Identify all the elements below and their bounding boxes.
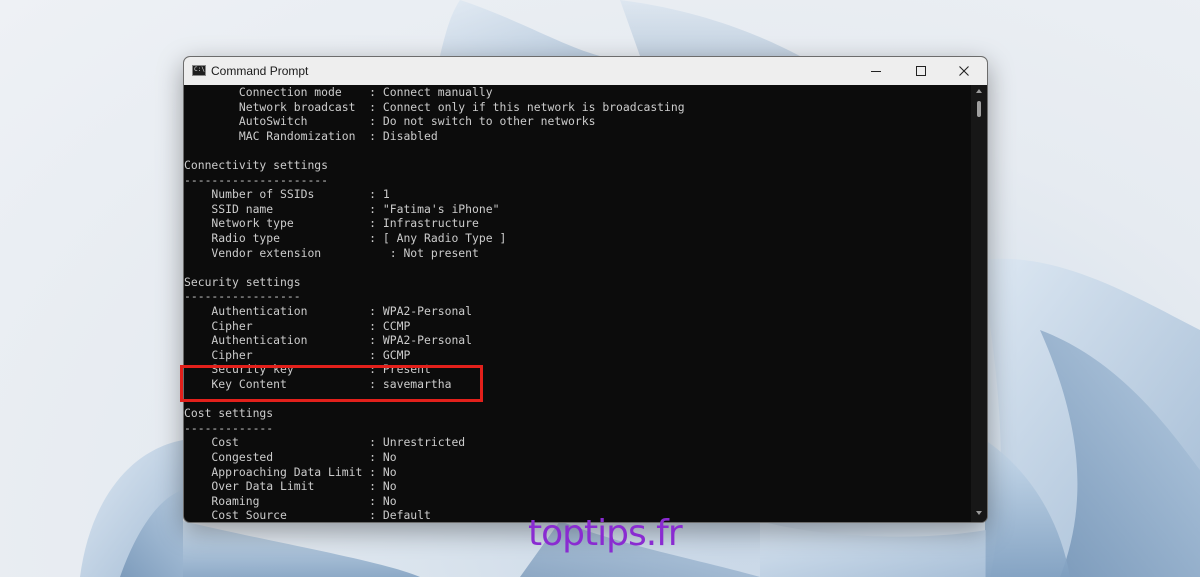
console-line: SSID name : "Fatima's iPhone" [184,201,500,216]
console-line: Authentication : WPA2-Personal [184,333,473,348]
console-line: Cipher : GCMP [184,347,411,362]
console-line: Cost : Unrestricted [184,435,466,450]
console-line: Connection mode : Connect manually [184,85,493,99]
command-prompt-icon: C:\ [192,65,206,76]
console-line: AutoSwitch : Do not switch to other netw… [184,114,596,129]
console-line: Over Data Limit : No [184,479,397,494]
scrollbar-thumb[interactable] [977,101,981,117]
console-line: Radio type : [ Any Radio Type ] [184,231,507,245]
console-output[interactable]: Connection mode : Connect manually Netwo… [184,85,971,522]
console-line: Congested : No [184,450,397,464]
console-line: ------------- [184,420,274,435]
window-title: Command Prompt [211,64,309,78]
scroll-up-arrow-icon[interactable] [976,89,982,93]
console-line: Number of SSIDs : 1 [184,187,390,202]
console-line: Cipher : CCMP [184,318,411,333]
console-line: Cost Source : Default [184,508,431,522]
console-line: --------------------- [184,172,329,187]
close-icon [959,66,969,76]
watermark-logo: toptips.fr [528,513,683,554]
command-prompt-window[interactable]: C:\ Command Prompt Connection mode : Con… [183,56,988,523]
title-bar[interactable]: C:\ Command Prompt [184,57,987,85]
console-line: Roaming : No [184,493,397,508]
maximize-button[interactable] [899,57,943,85]
console-line: MAC Randomization : Disabled [184,128,438,143]
minimize-button[interactable] [854,57,898,85]
minimize-icon [871,71,881,72]
app-icon-text: C:\ [194,66,205,73]
scroll-down-arrow-icon[interactable] [976,511,982,515]
console-line: Authentication : WPA2-Personal [184,304,473,318]
console-line: Connectivity settings [184,158,329,172]
console-line: Network type : Infrastructure [184,216,479,231]
console-line: ----------------- [184,289,301,304]
console-line: Vendor extension : Not present [184,245,479,260]
console-line: Network broadcast : Connect only if this… [184,99,685,114]
console-line: Approaching Data Limit : No [184,464,397,479]
close-button[interactable] [942,57,986,85]
vertical-scrollbar[interactable] [971,85,987,522]
key-content-highlight-box [180,365,483,402]
console-line: Security settings [184,274,301,289]
maximize-icon [916,66,926,76]
console-line: Cost settings [184,406,274,421]
